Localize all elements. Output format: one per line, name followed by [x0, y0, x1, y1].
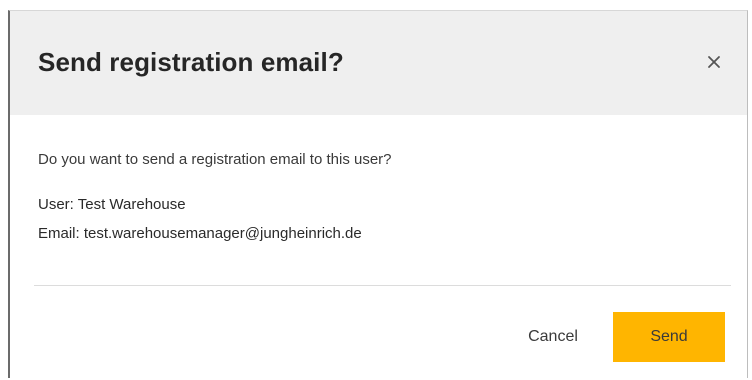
dialog-title: Send registration email? [38, 47, 344, 77]
user-detail: User: Test Warehouse [38, 196, 186, 213]
cancel-button[interactable]: Cancel [518, 317, 588, 357]
email-detail: Email: test.warehousemanager@jungheinric… [38, 225, 362, 242]
close-button[interactable] [701, 49, 727, 75]
send-registration-email-dialog: Send registration email? Do you want to … [8, 10, 748, 378]
footer-divider [34, 285, 731, 286]
close-icon [701, 49, 727, 75]
send-button[interactable]: Send [613, 312, 725, 362]
confirmation-question: Do you want to send a registration email… [38, 151, 392, 168]
dialog-header: Send registration email? [10, 11, 747, 115]
